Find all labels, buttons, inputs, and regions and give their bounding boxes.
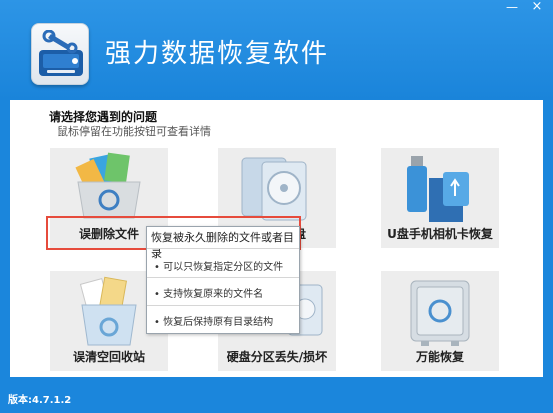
tooltip-item: • 支持恢复原来的文件名: [154, 289, 264, 300]
tooltip-divider: [147, 248, 299, 249]
app-title: 强力数据恢复软件: [105, 39, 330, 69]
tooltip-divider: [147, 305, 299, 306]
tooltip: 恢复被永久删除的文件或者目录 • 可以只恢复指定分区的文件 • 支持恢复原来的文…: [146, 226, 300, 334]
tooltip-item: • 恢复后保持原有目录结构: [154, 317, 274, 328]
app-window: — × 强力数据恢复软件 请选择您遇到的问题 鼠标停留在功能按钮可查看详情 误删…: [0, 0, 553, 413]
usb-sdcard-icon: [407, 156, 469, 222]
tooltip-head: 恢复被永久删除的文件或者目录: [151, 231, 294, 260]
tile-label: 硬盘分区丢失/损坏: [226, 350, 328, 364]
tile-universal-recovery[interactable]: 万能恢复: [381, 271, 499, 371]
tile-label: 误清空回收站: [72, 350, 145, 364]
minimize-button[interactable]: —: [503, 0, 521, 14]
tile-label: U盘手机相机卡恢复: [387, 227, 493, 241]
hard-drive-wrench-icon: [39, 30, 83, 76]
close-button[interactable]: ×: [528, 0, 546, 14]
tile-label: 万能恢复: [415, 350, 464, 364]
safe-box-icon: [410, 280, 470, 346]
version-label: 版本:4.7.1.2: [8, 395, 72, 406]
tile-usb-card[interactable]: U盘手机相机卡恢复: [381, 148, 499, 248]
tooltip-divider: [147, 277, 299, 278]
tooltip-item: • 可以只恢复指定分区的文件: [154, 262, 284, 273]
prompt-subtitle: 鼠标停留在功能按钮可查看详情: [57, 125, 211, 138]
app-logo: [31, 23, 89, 85]
